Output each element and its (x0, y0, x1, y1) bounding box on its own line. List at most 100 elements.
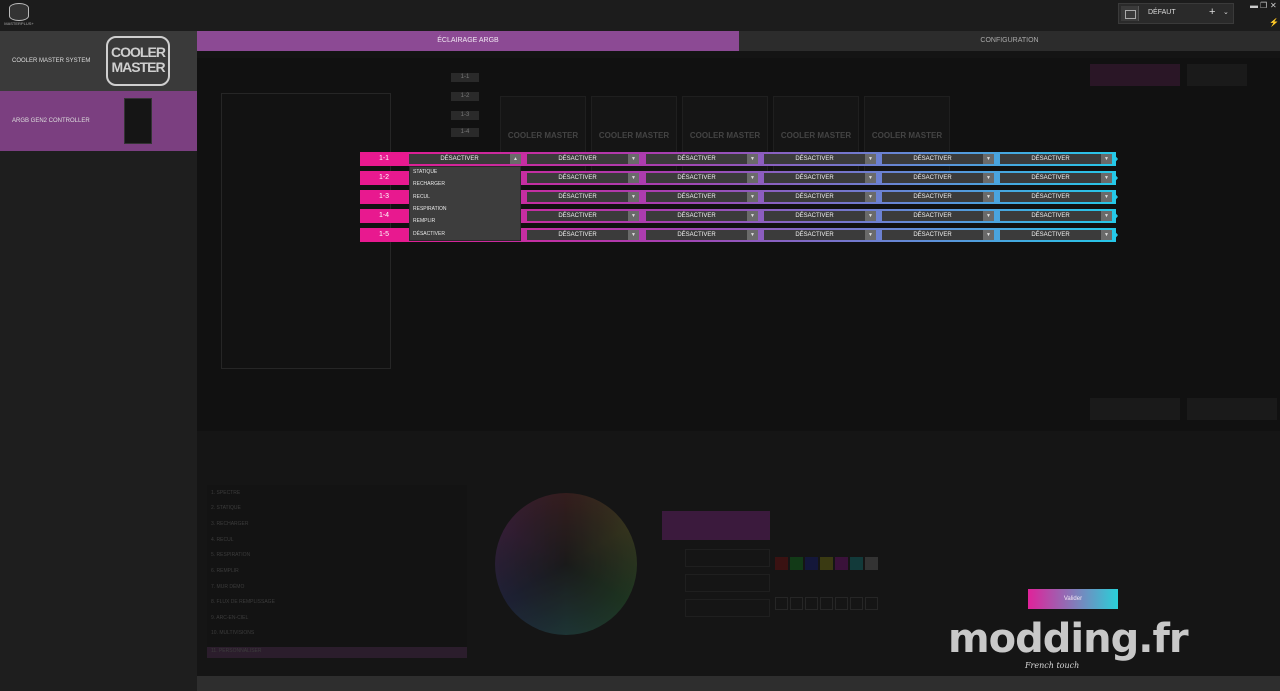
channel-effect-dropdown[interactable]: DÉSACTIVER ▼ (1000, 211, 1112, 221)
channel-effect-dropdown[interactable]: DÉSACTIVER ▼ (1000, 192, 1112, 202)
chevron-down-icon[interactable]: ▼ (1101, 173, 1112, 183)
channel-effect-dropdown[interactable]: DÉSACTIVER ▼ (527, 154, 639, 164)
add-profile-icon[interactable]: + (1209, 6, 1215, 18)
channel-effect-dropdown[interactable]: DÉSACTIVER ▼ (882, 230, 994, 240)
channel-effect-dropdown[interactable]: DÉSACTIVER ▼ (764, 154, 876, 164)
dropdown-value: DÉSACTIVER (795, 232, 834, 238)
chevron-down-icon[interactable]: ▼ (628, 154, 639, 164)
port-marker: 1-3 (451, 111, 479, 120)
palette-swatch (775, 557, 788, 570)
menu-item-remplir[interactable]: REMPLIR (413, 218, 435, 224)
channel-effect-dropdown[interactable]: DÉSACTIVER ▼ (764, 211, 876, 221)
chevron-down-icon[interactable]: ▼ (983, 211, 994, 221)
watermark-brand: modding.fr (948, 616, 1189, 662)
chevron-down-icon[interactable]: ▼ (747, 192, 758, 202)
custom-swatch (865, 597, 878, 610)
custom-swatch (835, 597, 848, 610)
chevron-down-icon[interactable]: ▼ (628, 230, 639, 240)
channel-effect-dropdown[interactable]: DÉSACTIVER ▼ (1000, 173, 1112, 183)
channel-effect-dropdown[interactable]: DÉSACTIVER ▼ (882, 154, 994, 164)
minimize-icon[interactable]: ▬ (1250, 1, 1258, 10)
channel-effect-dropdown[interactable]: DÉSACTIVER ▼ (527, 173, 639, 183)
channel-effect-dropdown[interactable]: DÉSACTIVER ▼ (1000, 230, 1112, 240)
channel-effect-dropdown[interactable]: DÉSACTIVER ▼ (882, 211, 994, 221)
masterplus-logo: MASTERPLUS+ (4, 2, 34, 29)
profile-image-icon[interactable] (1121, 6, 1139, 21)
palette-swatch (850, 557, 863, 570)
profile-name[interactable]: DÉFAUT (1148, 9, 1176, 16)
chevron-down-icon[interactable]: ▼ (983, 154, 994, 164)
chevron-down-icon[interactable]: ▼ (1101, 154, 1112, 164)
chevron-down-icon[interactable]: ▼ (983, 192, 994, 202)
chevron-down-icon[interactable]: ▼ (865, 230, 876, 240)
menu-item-recul[interactable]: RECUL (413, 194, 430, 200)
custom-swatch (790, 597, 803, 610)
palette-swatch (805, 557, 818, 570)
restore-icon[interactable]: ❐ (1260, 1, 1267, 10)
menu-item-desactiver[interactable]: DÉSACTIVER (413, 231, 445, 237)
chevron-down-icon[interactable]: ▼ (1101, 230, 1112, 240)
row-arrow-icon (1112, 228, 1118, 242)
chevron-up-icon[interactable]: ▲ (510, 154, 521, 164)
current-color-swatch (662, 511, 770, 540)
list-item: 7. MUR DÉMO (211, 584, 245, 590)
chevron-down-icon[interactable]: ▼ (983, 173, 994, 183)
dim-bottom-button (1090, 398, 1180, 420)
chevron-down-icon[interactable]: ▼ (747, 173, 758, 183)
list-item: 3. RECHARGER (211, 521, 249, 527)
channel-effect-dropdown[interactable]: DÉSACTIVER ▼ (527, 211, 639, 221)
chevron-down-icon[interactable]: ▼ (747, 211, 758, 221)
channel-effect-dropdown[interactable]: DÉSACTIVER ▼ (646, 154, 758, 164)
tab-configuration[interactable]: CONFIGURATION (739, 31, 1280, 51)
channel-effect-dropdown[interactable]: DÉSACTIVER ▲ (409, 154, 521, 164)
chevron-down-icon[interactable]: ▼ (865, 154, 876, 164)
channel-effect-dropdown[interactable]: DÉSACTIVER ▼ (527, 230, 639, 240)
dropdown-value: DÉSACTIVER (677, 175, 716, 181)
channel-effect-dropdown[interactable]: DÉSACTIVER ▼ (646, 211, 758, 221)
channel-effect-dropdown[interactable]: DÉSACTIVER ▼ (646, 230, 758, 240)
chevron-down-icon[interactable]: ▼ (983, 230, 994, 240)
menu-item-recharger[interactable]: RECHARGER (413, 181, 445, 187)
channel-effect-dropdown[interactable]: DÉSACTIVER ▼ (1000, 154, 1112, 164)
chevron-down-icon[interactable]: ▼ (1101, 211, 1112, 221)
menu-item-respiration[interactable]: RESPIRATION (413, 206, 447, 212)
chevron-down-icon[interactable]: ▼ (865, 211, 876, 221)
channel-effect-dropdown[interactable]: DÉSACTIVER ▼ (646, 173, 758, 183)
dim-top-button (1090, 64, 1180, 86)
channel-effect-dropdown[interactable]: DÉSACTIVER ▼ (882, 192, 994, 202)
list-item: 9. ARC-EN-CIEL (211, 615, 249, 621)
dropdown-value: DÉSACTIVER (913, 194, 952, 200)
channel-effect-dropdown[interactable]: DÉSACTIVER ▼ (764, 173, 876, 183)
profile-selector[interactable]: DÉFAUT + ⌄ (1118, 3, 1234, 24)
channel-effect-dropdown[interactable]: DÉSACTIVER ▼ (882, 173, 994, 183)
dropdown-value: DÉSACTIVER (677, 194, 716, 200)
device-name: ARGB GEN2 CONTROLLER (12, 118, 90, 124)
device-cooler-master-system[interactable]: COOLER MASTER SYSTEM COOLER MASTER (0, 31, 197, 91)
chevron-down-icon[interactable]: ▼ (628, 173, 639, 183)
channel-effect-dropdown[interactable]: DÉSACTIVER ▼ (527, 192, 639, 202)
port-label: 1-3 (360, 190, 408, 204)
close-icon[interactable]: ✕ (1270, 1, 1277, 10)
pin-icon[interactable]: ⚡ (1269, 18, 1279, 27)
row-arrow-icon (1112, 152, 1118, 166)
list-item: 1. SPECTRE (211, 490, 241, 496)
channel-effect-dropdown[interactable]: DÉSACTIVER ▼ (764, 192, 876, 202)
dropdown-value: DÉSACTIVER (1031, 232, 1070, 238)
chevron-down-icon[interactable]: ▼ (747, 154, 758, 164)
tab-argb-lighting[interactable]: ÉCLAIRAGE ARGB (197, 31, 739, 51)
chevron-down-icon[interactable]: ▼ (1101, 192, 1112, 202)
channel-effect-dropdown[interactable]: DÉSACTIVER ▼ (764, 230, 876, 240)
menu-item-statique[interactable]: STATIQUE (413, 169, 437, 175)
chevron-down-icon[interactable]: ▼ (865, 192, 876, 202)
list-item: 2. STATIQUE (211, 505, 241, 511)
device-argb-gen2-controller[interactable]: ARGB GEN2 CONTROLLER (0, 91, 197, 151)
apply-button[interactable]: Valider (1028, 589, 1118, 609)
chevron-down-icon[interactable]: ▼ (747, 230, 758, 240)
list-item: 11. PERSONNALISER (211, 648, 262, 654)
chevron-down-icon[interactable]: ▼ (865, 173, 876, 183)
chevron-down-icon[interactable]: ⌄ (1223, 8, 1229, 16)
chevron-down-icon[interactable]: ▼ (628, 211, 639, 221)
chevron-down-icon[interactable]: ▼ (628, 192, 639, 202)
channel-effect-dropdown[interactable]: DÉSACTIVER ▼ (646, 192, 758, 202)
dropdown-value: DÉSACTIVER (558, 175, 597, 181)
